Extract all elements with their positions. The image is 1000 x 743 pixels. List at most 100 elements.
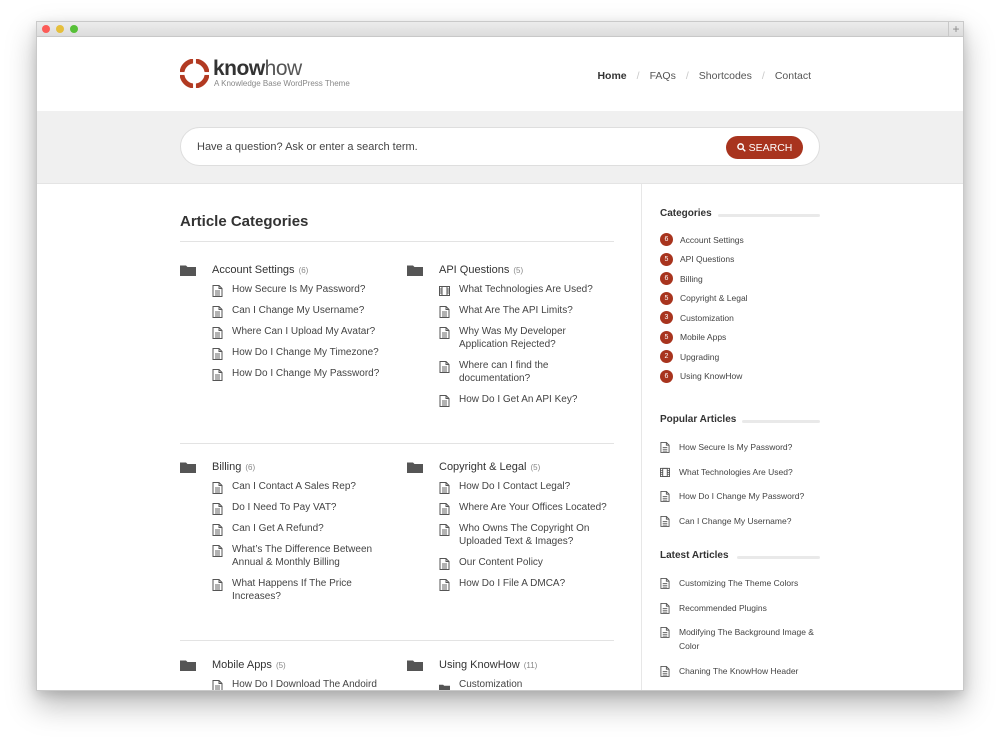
- article-link[interactable]: Where Are Your Offices Located?: [407, 501, 617, 515]
- article-link[interactable]: How Secure Is My Password?: [180, 283, 390, 297]
- folder-icon: [180, 265, 196, 276]
- article-link[interactable]: What Are The API Limits?: [407, 304, 617, 318]
- document-icon: [439, 557, 450, 570]
- search-input[interactable]: [197, 138, 697, 156]
- latest-article-link[interactable]: Chaning The KnowHow Header: [660, 664, 820, 678]
- article-title: Modifying The Background Image & Color: [679, 627, 814, 651]
- search-icon: [736, 143, 746, 152]
- nav-link-home[interactable]: Home: [597, 70, 626, 82]
- category-header: Billing (6): [180, 460, 390, 474]
- site-logo[interactable]: knowhow: [213, 57, 302, 81]
- article-title: Where Are Your Offices Located?: [459, 502, 607, 513]
- row-divider: [180, 640, 614, 641]
- category-count: (6): [298, 265, 309, 275]
- latest-article-link[interactable]: Modifying The Background Image & Color: [660, 625, 820, 653]
- sidebar-category-label: Customization: [680, 312, 734, 323]
- article-title: How Do I File A DMCA?: [459, 578, 566, 589]
- article-link[interactable]: How Do I Get An API Key?: [407, 393, 617, 407]
- article-title: How Do I Get An API Key?: [459, 394, 578, 405]
- article-link[interactable]: What’s The Difference Between Annual & M…: [180, 543, 390, 569]
- popular-article-link[interactable]: How Do I Change My Password?: [660, 489, 820, 503]
- latest-articles-list: Customizing The Theme Colors Recommended …: [660, 576, 820, 688]
- article-link[interactable]: How Do I Change My Password?: [180, 367, 390, 381]
- nav-link-faqs[interactable]: FAQs: [650, 70, 676, 82]
- category-title-link[interactable]: Using KnowHow: [439, 659, 520, 671]
- count-badge: 6: [660, 272, 673, 285]
- article-link[interactable]: Where can I find the documentation?: [407, 359, 617, 385]
- sidebar-category-item[interactable]: 6 Using KnowHow: [660, 369, 748, 383]
- category-title-link[interactable]: Account Settings: [212, 264, 295, 276]
- article-link[interactable]: Can I Change My Username?: [180, 304, 390, 318]
- document-icon: [439, 523, 450, 536]
- sidebar-category-item[interactable]: 3 Customization: [660, 311, 748, 324]
- document-icon: [212, 523, 223, 536]
- sidebar-category-item[interactable]: 6 Account Settings: [660, 233, 748, 246]
- document-icon: [660, 440, 670, 453]
- article-link[interactable]: Can I Get A Refund?: [180, 522, 390, 536]
- sidebar-category-item[interactable]: 6 Billing: [660, 272, 748, 285]
- article-title: Can I Change My Username?: [679, 515, 792, 526]
- latest-article-link[interactable]: Recommended Plugins: [660, 601, 820, 615]
- article-title: Where can I find the documentation?: [459, 360, 549, 384]
- article-link[interactable]: Can I Contact A Sales Rep?: [180, 480, 390, 494]
- document-icon: [660, 664, 670, 677]
- article-link[interactable]: Customization: [407, 678, 617, 690]
- article-link[interactable]: How Do I Change My Timezone?: [180, 346, 390, 360]
- article-link[interactable]: Who Owns The Copyright On Uploaded Text …: [407, 522, 617, 548]
- category-header: Account Settings (6): [180, 263, 390, 277]
- article-link[interactable]: What Happens If The Price Increases?: [180, 577, 390, 603]
- article-link[interactable]: Why Was My Developer Application Rejecte…: [407, 325, 617, 351]
- window-titlebar: +: [37, 22, 963, 37]
- document-icon: [212, 284, 223, 297]
- article-link[interactable]: Where Can I Upload My Avatar?: [180, 325, 390, 339]
- sidebar-category-label: Account Settings: [680, 234, 744, 245]
- count-badge: 3: [660, 311, 673, 324]
- category-title-link[interactable]: Copyright & Legal: [439, 461, 526, 473]
- document-icon: [439, 326, 450, 339]
- article-link[interactable]: How Do I File A DMCA?: [407, 577, 617, 591]
- latest-article-link[interactable]: Customizing The Theme Colors: [660, 576, 820, 590]
- search-button[interactable]: SEARCH: [726, 136, 803, 159]
- document-icon: [439, 360, 450, 373]
- sidebar-category-label: Billing: [680, 273, 703, 284]
- article-link[interactable]: How Do I Download The Andoird App?: [180, 678, 390, 690]
- sidebar-category-item[interactable]: 5 Copyright & Legal: [660, 291, 748, 305]
- category-title-link[interactable]: Billing: [212, 461, 241, 473]
- category-title-link[interactable]: Mobile Apps: [212, 659, 272, 671]
- article-title: How Do I Contact Legal?: [459, 481, 571, 492]
- popular-article-link[interactable]: How Secure Is My Password?: [660, 440, 820, 454]
- article-link[interactable]: Do I Need To Pay VAT?: [180, 501, 390, 515]
- document-icon: [212, 481, 223, 494]
- article-link[interactable]: What Technologies Are Used?: [407, 283, 617, 296]
- folder-icon: [180, 660, 196, 671]
- category-count: (5): [513, 265, 524, 275]
- popular-article-link[interactable]: What Technologies Are Used?: [660, 465, 820, 479]
- article-link[interactable]: How Do I Contact Legal?: [407, 480, 617, 494]
- article-title: Can I Contact A Sales Rep?: [232, 481, 356, 492]
- sidebar-category-item[interactable]: 5 API Questions: [660, 252, 748, 266]
- article-title: Who Owns The Copyright On Uploaded Text …: [459, 523, 590, 547]
- category-count: (5): [275, 660, 286, 670]
- article-title: Our Content Policy: [459, 557, 543, 568]
- minimize-window-button[interactable]: [56, 25, 64, 33]
- maximize-window-button[interactable]: [70, 25, 78, 33]
- sidebar-category-item[interactable]: 5 Mobile Apps: [660, 330, 748, 344]
- new-tab-plus-icon[interactable]: +: [948, 22, 963, 37]
- document-icon: [212, 368, 223, 381]
- lifebuoy-logo-icon[interactable]: [180, 59, 209, 88]
- close-window-button[interactable]: [42, 25, 50, 33]
- article-title: How Secure Is My Password?: [679, 442, 793, 452]
- category-title-link[interactable]: API Questions: [439, 264, 509, 276]
- category-count: (5): [530, 462, 541, 472]
- title-divider: [180, 241, 614, 242]
- widget-title-bar: [718, 214, 820, 217]
- sidebar-category-item[interactable]: 2 Upgrading: [660, 350, 748, 363]
- sidebar-category-label: Mobile Apps: [680, 332, 727, 342]
- nav-link-shortcodes[interactable]: Shortcodes: [699, 70, 752, 82]
- article-link[interactable]: Our Content Policy: [407, 556, 617, 570]
- nav-separator: /: [685, 70, 689, 82]
- popular-article-link[interactable]: Can I Change My Username?: [660, 514, 820, 528]
- nav-link-contact[interactable]: Contact: [775, 70, 811, 82]
- nav-separator: /: [636, 70, 640, 82]
- document-icon: [660, 514, 670, 527]
